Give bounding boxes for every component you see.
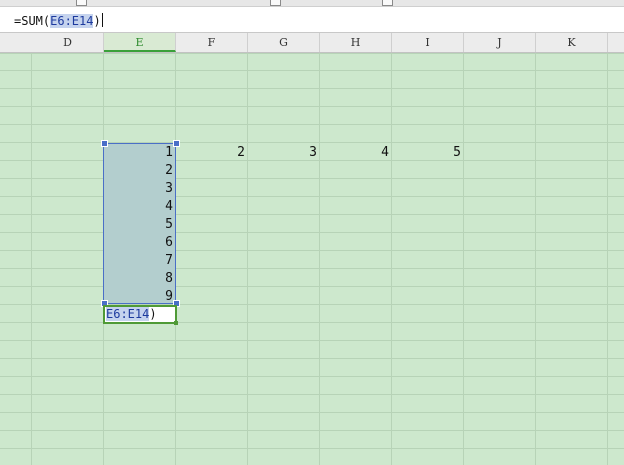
document-icon[interactable] xyxy=(270,0,281,6)
column-header-f[interactable]: F xyxy=(176,33,248,52)
formula-suffix: ) xyxy=(93,14,101,28)
grid-line xyxy=(0,53,624,54)
grid-line xyxy=(0,448,624,449)
editor-range-ref: E6:E14 xyxy=(106,307,150,321)
grid-line xyxy=(0,88,624,89)
formula-input[interactable]: =SUM(E6:E14) xyxy=(14,13,103,28)
cell-e8[interactable]: 3 xyxy=(103,180,173,198)
grid-line xyxy=(0,196,624,197)
grid-line xyxy=(0,178,624,179)
grid-line xyxy=(463,53,464,465)
document-icon[interactable] xyxy=(76,0,87,6)
grid-line xyxy=(0,322,624,323)
column-header-bar: D E F G H I J K xyxy=(0,33,624,53)
grid-line xyxy=(247,53,248,465)
cell-e6[interactable]: 1 xyxy=(103,144,173,162)
cell-e13[interactable]: 8 xyxy=(103,270,173,288)
column-header-e[interactable]: E xyxy=(104,33,176,52)
grid-line xyxy=(0,412,624,413)
grid-line xyxy=(0,430,624,431)
grid-line xyxy=(0,358,624,359)
tab-strip xyxy=(0,0,624,7)
column-header-i[interactable]: I xyxy=(392,33,464,52)
grid-line xyxy=(0,70,624,71)
column-header-g[interactable]: G xyxy=(248,33,320,52)
grid-line xyxy=(0,124,624,125)
cell-e14[interactable]: 9 xyxy=(103,288,173,306)
column-header-k[interactable]: K xyxy=(536,33,608,52)
grid-line xyxy=(319,53,320,465)
column-header-h[interactable]: H xyxy=(320,33,392,52)
cell-grid[interactable] xyxy=(0,53,624,465)
cell-e10[interactable]: 5 xyxy=(103,216,173,234)
cell-i6[interactable]: 5 xyxy=(391,144,461,162)
grid-line xyxy=(391,53,392,465)
grid-line xyxy=(0,394,624,395)
cell-f6[interactable]: 2 xyxy=(175,144,245,162)
grid-line xyxy=(31,53,32,465)
document-icon[interactable] xyxy=(382,0,393,6)
grid-line xyxy=(0,214,624,215)
text-cursor xyxy=(101,13,103,27)
cell-e11[interactable]: 6 xyxy=(103,234,173,252)
formula-bar[interactable]: =SUM(E6:E14) xyxy=(0,7,624,33)
cell-e7[interactable]: 2 xyxy=(103,162,173,180)
grid-line xyxy=(0,286,624,287)
fill-handle[interactable] xyxy=(174,321,178,325)
grid-line xyxy=(0,304,624,305)
column-header-j[interactable]: J xyxy=(464,33,536,52)
grid-line xyxy=(607,53,608,465)
grid-line xyxy=(535,53,536,465)
grid-line xyxy=(0,340,624,341)
grid-line xyxy=(0,376,624,377)
cell-e9[interactable]: 4 xyxy=(103,198,173,216)
cell-g6[interactable]: 3 xyxy=(247,144,317,162)
column-header-d[interactable]: D xyxy=(32,33,104,52)
grid-line xyxy=(0,232,624,233)
cell-e15-editor[interactable]: E6:E14) xyxy=(103,305,177,324)
cell-h6[interactable]: 4 xyxy=(319,144,389,162)
formula-prefix: =SUM( xyxy=(14,14,51,28)
grid-line xyxy=(0,142,624,143)
grid-line xyxy=(0,268,624,269)
grid-line xyxy=(0,106,624,107)
formula-range-ref: E6:E14 xyxy=(50,14,94,28)
cell-e12[interactable]: 7 xyxy=(103,252,173,270)
editor-suffix: ) xyxy=(149,307,157,321)
grid-line xyxy=(0,250,624,251)
